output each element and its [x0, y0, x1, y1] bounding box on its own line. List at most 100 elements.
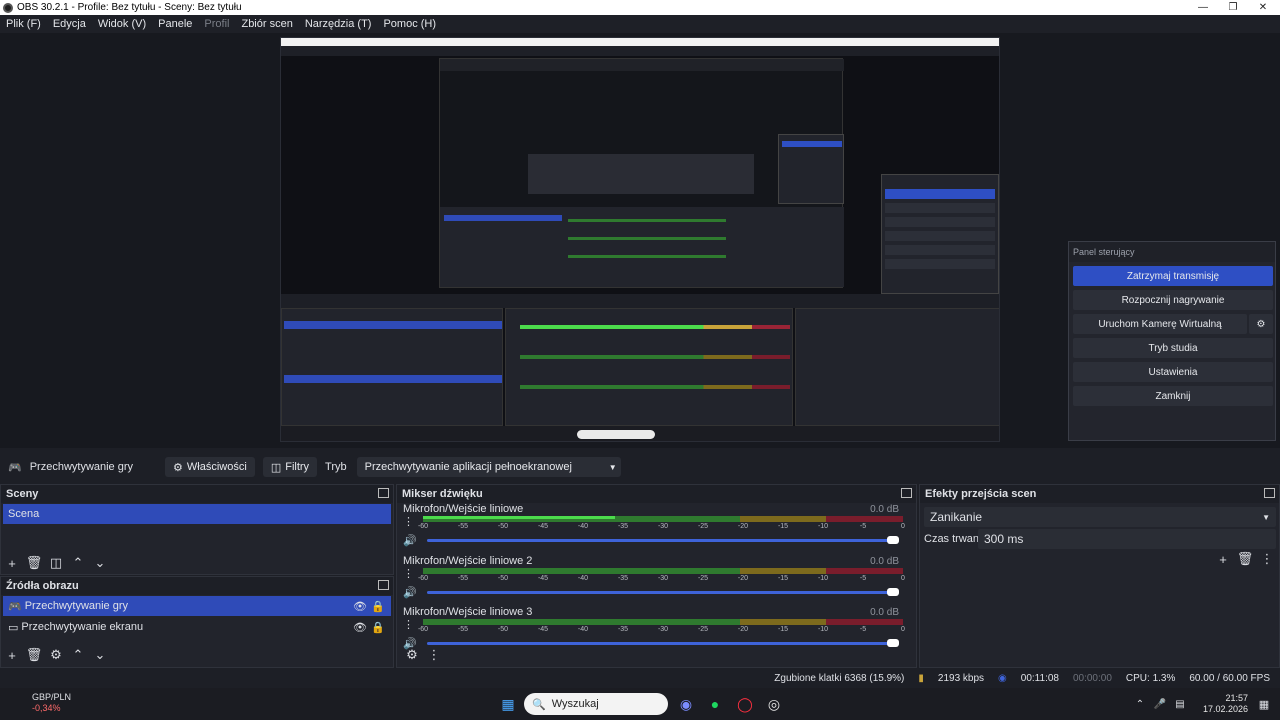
- lock-icon[interactable]: 🔒: [371, 600, 385, 613]
- gear-icon: ⚙: [173, 461, 183, 474]
- move-down-icon[interactable]: ⌄: [89, 553, 111, 573]
- mode-select[interactable]: Przechwytywanie aplikacji pełnoekranowej…: [356, 457, 621, 477]
- duration-value: 300 ms: [984, 532, 1024, 546]
- stream-icon: ◉: [998, 672, 1007, 684]
- obs-logo-icon: [3, 2, 13, 13]
- menu-tools[interactable]: Narzędzia (T): [299, 18, 378, 30]
- scene-filters-icon[interactable]: ◫: [45, 553, 67, 573]
- menu-docks[interactable]: Panele: [152, 18, 198, 30]
- add-scene-plus-icon[interactable]: +: [1, 553, 23, 573]
- channel-menu-icon[interactable]: ⋮: [403, 618, 414, 631]
- volume-slider[interactable]: [427, 536, 899, 544]
- properties-button[interactable]: ⚙ Właściwości: [165, 457, 255, 477]
- remove-scene-trash-icon[interactable]: 🗑: [23, 553, 45, 573]
- volume-slider[interactable]: [427, 639, 899, 647]
- stop-streaming-button[interactable]: Zatrzymaj transmisję: [1073, 266, 1273, 286]
- settings-button[interactable]: Ustawienia: [1073, 362, 1273, 382]
- menu-help[interactable]: Pomoc (H): [377, 18, 442, 30]
- scene-item[interactable]: Scena: [3, 504, 391, 524]
- scale-tick-label: -40: [577, 626, 589, 633]
- opera-icon[interactable]: ◯: [735, 694, 755, 714]
- remove-source-trash-icon[interactable]: 🗑: [23, 645, 45, 665]
- source-item-display-capture[interactable]: ▭ Przechwytywanie ekranu 👁 🔒: [3, 617, 391, 637]
- mixer-dock-title: Mikser dźwięku: [397, 485, 916, 503]
- sources-toolbar: + 🗑 ⚙ ⌃ ⌄: [1, 645, 111, 665]
- move-down-icon[interactable]: ⌄: [89, 645, 111, 665]
- duration-spinbox[interactable]: 300 ms: [978, 529, 1276, 549]
- start-virtual-camera-button[interactable]: Uruchom Kamerę Wirtualną: [1073, 314, 1247, 334]
- audio-mixer-dock: Mikser dźwięku Mikrofon/Wejście liniowe 0…: [396, 484, 917, 668]
- remove-transition-trash-icon[interactable]: 🗑: [1234, 549, 1256, 569]
- scale-tick-label: -45: [537, 626, 549, 633]
- menu-scene-collection[interactable]: Zbiór scen: [235, 18, 298, 30]
- stock-widget[interactable]: GBP/PLN -0,34%: [10, 692, 71, 714]
- level-meter: [423, 568, 903, 574]
- filters-button[interactable]: ◫ Filtry: [262, 457, 318, 477]
- transition-menu-icon[interactable]: ⋮: [1256, 549, 1278, 569]
- minimize-icon[interactable]: —: [1188, 0, 1218, 15]
- level-meter: [423, 516, 903, 522]
- microphone-icon[interactable]: 🎤: [1150, 694, 1170, 714]
- scale-tick-label: -30: [657, 575, 669, 582]
- mode-label: Tryb: [325, 461, 347, 473]
- channel-db: 0.0 dB: [870, 556, 899, 567]
- scale-tick-label: -45: [537, 523, 549, 530]
- add-transition-plus-icon[interactable]: +: [1212, 549, 1234, 569]
- menu-view[interactable]: Widok (V): [92, 18, 152, 30]
- exit-button[interactable]: Zamknij: [1073, 386, 1273, 406]
- lock-icon[interactable]: 🔒: [371, 621, 385, 634]
- close-icon[interactable]: ✕: [1248, 0, 1278, 15]
- transition-select[interactable]: Zanikanie ▼: [924, 507, 1276, 527]
- menu-profile[interactable]: Profil: [198, 18, 235, 30]
- add-source-plus-icon[interactable]: +: [1, 645, 23, 665]
- maximize-icon[interactable]: ❐: [1218, 0, 1248, 15]
- scale-tick-label: -60: [417, 523, 429, 530]
- mixer-menu-icon[interactable]: ⋮: [423, 645, 445, 665]
- spotify-icon[interactable]: ●: [705, 694, 725, 714]
- eye-visibility-icon[interactable]: 👁: [353, 621, 367, 634]
- scale-tick-label: -55: [457, 626, 469, 633]
- undock-icon[interactable]: [378, 580, 389, 590]
- source-properties-gear-icon[interactable]: ⚙: [45, 645, 67, 665]
- move-up-icon[interactable]: ⌃: [67, 553, 89, 573]
- taskbar-search[interactable]: 🔍 Wyszukaj: [524, 693, 668, 715]
- advanced-audio-gear-icon[interactable]: ⚙: [401, 645, 423, 665]
- virtual-camera-settings-gear-icon[interactable]: ⚙: [1249, 314, 1273, 334]
- notification-icon[interactable]: ▦: [1254, 694, 1274, 714]
- undock-icon[interactable]: [1264, 488, 1275, 498]
- speaker-mute-icon[interactable]: 🔊: [403, 534, 417, 547]
- start-recording-button[interactable]: Rozpocznij nagrywanie: [1073, 290, 1273, 310]
- obs-app-icon[interactable]: ◎: [764, 694, 784, 714]
- menu-edit[interactable]: Edycja: [47, 18, 92, 30]
- nested-studio-button: [885, 231, 995, 241]
- monitor-icon: ▭: [8, 621, 19, 634]
- channel-menu-icon[interactable]: ⋮: [403, 515, 414, 528]
- windows-start-icon[interactable]: ▦: [498, 694, 518, 714]
- transition-select-value: Zanikanie: [930, 510, 983, 524]
- network-icon[interactable]: ▤: [1170, 694, 1190, 714]
- nested-vcam-button: [885, 217, 995, 227]
- mode-select-value: Przechwytywanie aplikacji pełnoekranowej: [364, 461, 572, 473]
- undock-icon[interactable]: [378, 488, 389, 498]
- volume-knob[interactable]: [887, 588, 899, 596]
- scale-tick-label: -5: [859, 575, 867, 582]
- menu-file[interactable]: Plik (F): [0, 18, 47, 30]
- volume-knob[interactable]: [887, 639, 899, 647]
- discord-icon[interactable]: ◉: [676, 694, 696, 714]
- channel-menu-icon[interactable]: ⋮: [403, 567, 414, 580]
- studio-mode-button[interactable]: Tryb studia: [1073, 338, 1273, 358]
- eye-visibility-icon[interactable]: 👁: [353, 600, 367, 613]
- speaker-mute-icon[interactable]: 🔊: [403, 586, 417, 599]
- program-preview[interactable]: [280, 37, 1000, 442]
- scale-tick-label: -35: [617, 575, 629, 582]
- volume-knob[interactable]: [887, 536, 899, 544]
- move-up-icon[interactable]: ⌃: [67, 645, 89, 665]
- scale-tick-label: -40: [577, 575, 589, 582]
- taskbar-clock[interactable]: 21:57 17.02.2026: [1203, 693, 1248, 715]
- tray-chevron-icon[interactable]: ⌃: [1130, 694, 1150, 714]
- undock-icon[interactable]: [901, 488, 912, 498]
- volume-slider[interactable]: [427, 588, 899, 596]
- nested-scene-item: [284, 321, 502, 329]
- source-item-game-capture[interactable]: 🎮 Przechwytywanie gry 👁 🔒: [3, 596, 391, 616]
- sources-dock: Źródła obrazu 🎮 Przechwytywanie gry 👁 🔒 …: [0, 576, 394, 668]
